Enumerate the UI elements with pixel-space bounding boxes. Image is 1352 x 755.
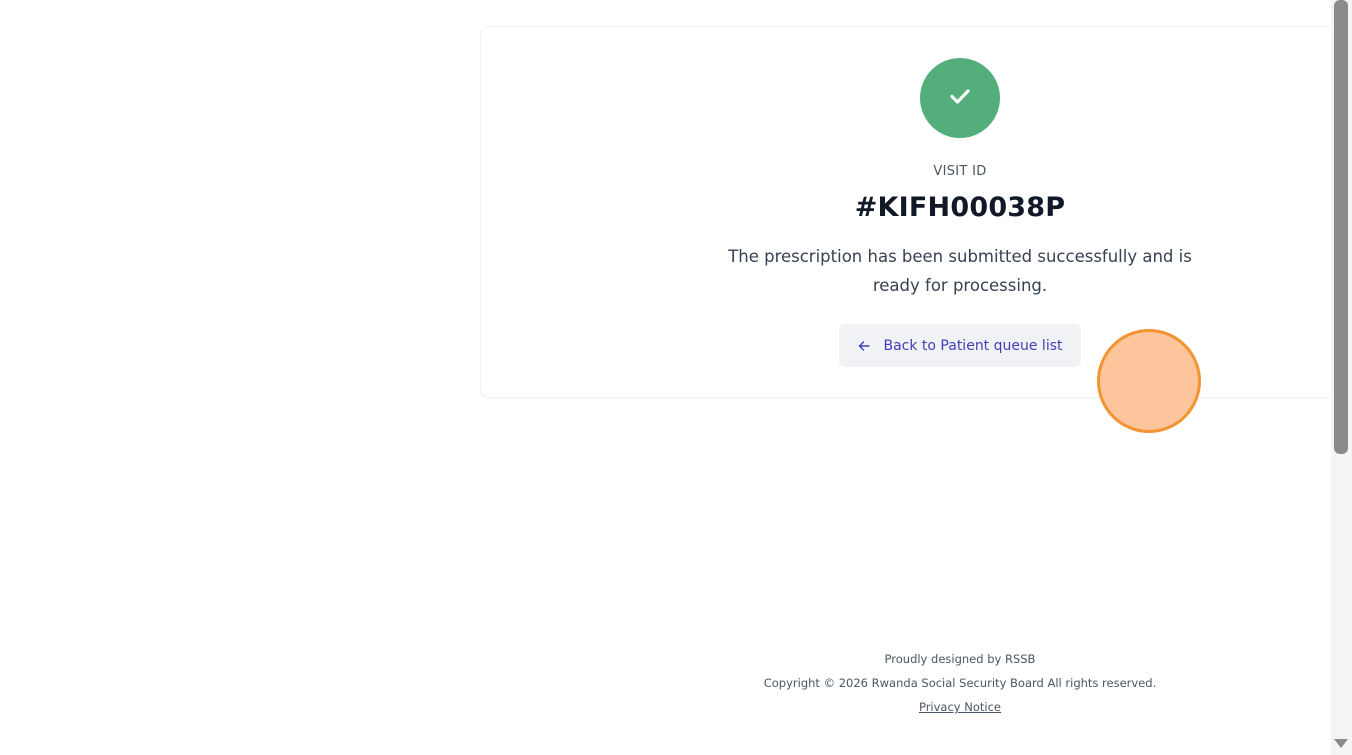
- footer-copyright: Copyright © 2026 Rwanda Social Security …: [763, 676, 1157, 690]
- footer: Proudly designed by RSSB Copyright © 202…: [660, 650, 1260, 722]
- back-button-label: Back to Patient queue list: [883, 337, 1063, 354]
- scrollbar-thumb[interactable]: [1334, 0, 1348, 454]
- back-to-queue-button[interactable]: Back to Patient queue list: [839, 324, 1081, 367]
- scroll-down-icon[interactable]: [1334, 739, 1348, 748]
- visit-id-label: VISIT ID: [933, 164, 987, 179]
- click-indicator: [1097, 329, 1201, 433]
- success-message: The prescription has been submitted succ…: [728, 247, 1192, 295]
- visit-id-value: #KIFH00038P: [854, 192, 1066, 223]
- success-badge: [920, 58, 1000, 138]
- arrow-left-icon: [857, 339, 871, 353]
- page: VISIT ID #KIFH00038P The prescription ha…: [0, 0, 1352, 755]
- footer-designed-by: Proudly designed by RSSB: [884, 652, 1036, 666]
- privacy-notice-link[interactable]: Privacy Notice: [919, 700, 1001, 714]
- check-icon: [948, 84, 972, 112]
